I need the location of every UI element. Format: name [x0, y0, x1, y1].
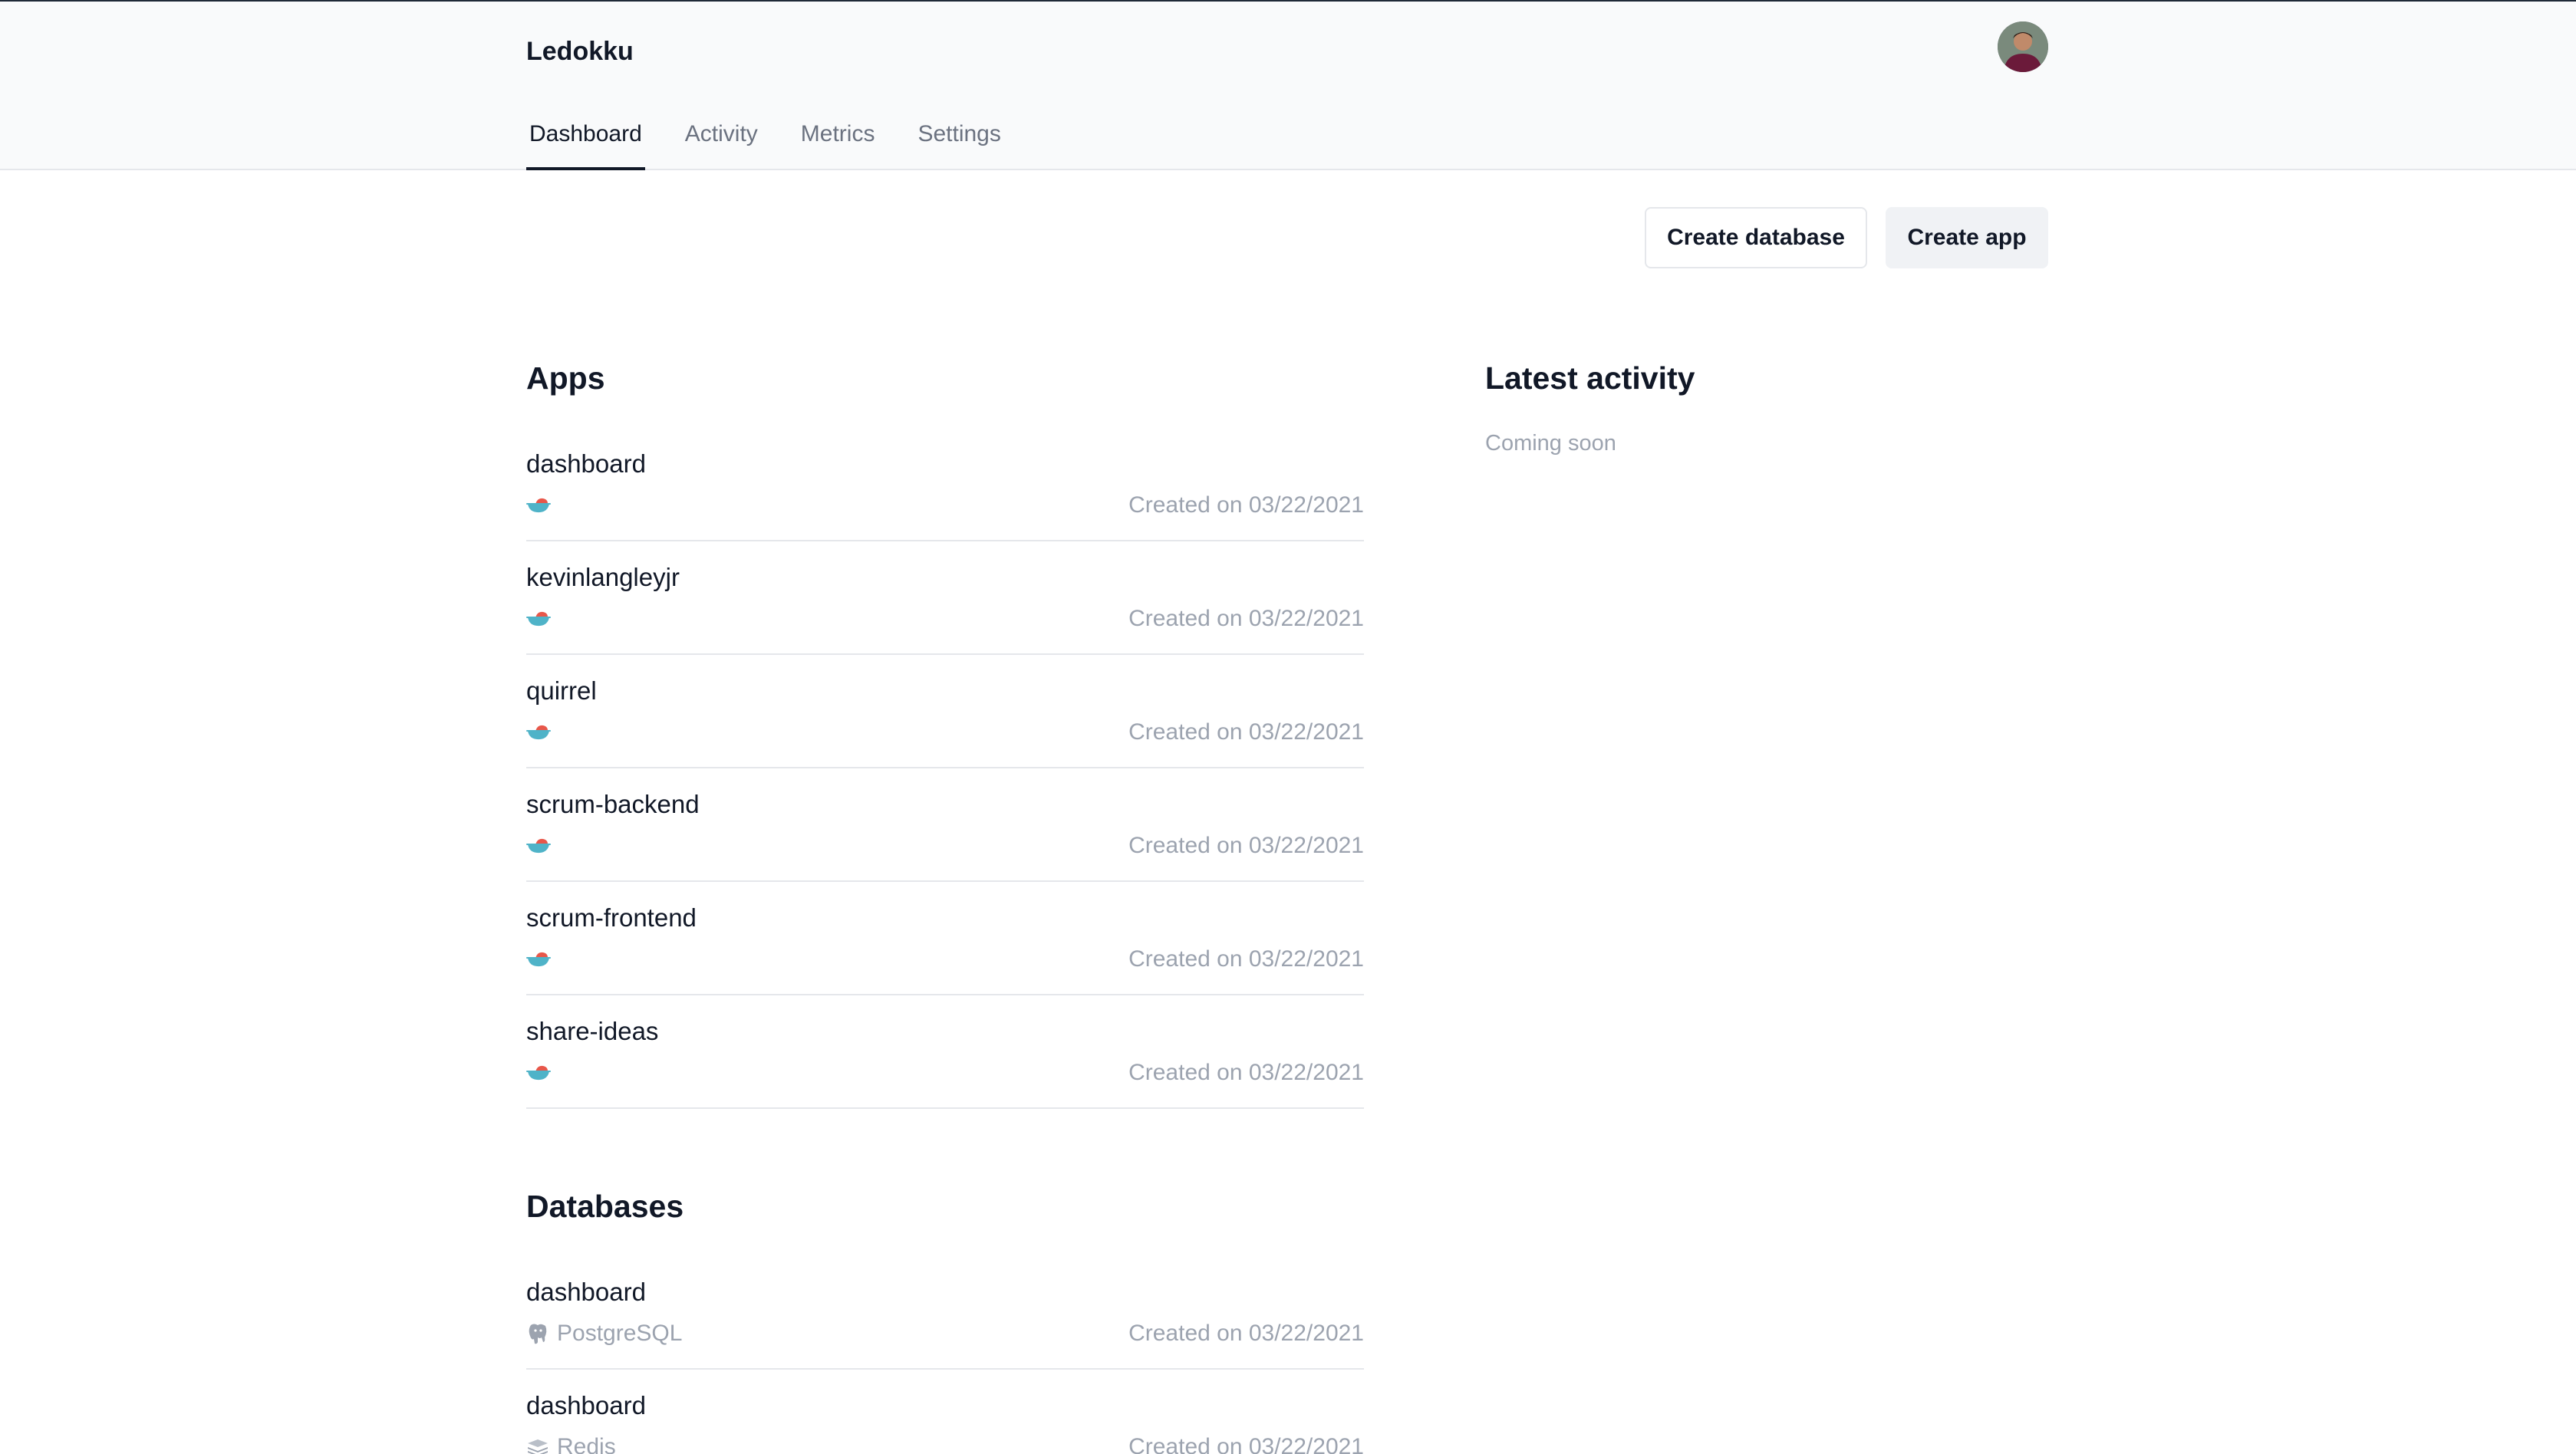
database-row[interactable]: dashboard PostgreSQL Created on 03/22/20…	[526, 1256, 1364, 1370]
apps-list: dashboard Created on 03/22/2021 kevinlan…	[526, 428, 1364, 1109]
app-row[interactable]: share-ideas Created on 03/22/2021	[526, 995, 1364, 1109]
app-row[interactable]: scrum-frontend Created on 03/22/2021	[526, 882, 1364, 995]
redis-icon	[528, 1439, 548, 1454]
tab-settings[interactable]: Settings	[914, 117, 1003, 170]
app-row[interactable]: scrum-backend Created on 03/22/2021	[526, 768, 1364, 882]
databases-section-title: Databases	[526, 1189, 684, 1224]
latest-activity-title: Latest activity	[1485, 360, 1695, 396]
create-app-button[interactable]: Create app	[1886, 207, 2048, 268]
databases-list: dashboard PostgreSQL Created on 03/22/20…	[526, 1256, 1364, 1454]
app-row[interactable]: kevinlangleyjr Created on 03/22/2021	[526, 541, 1364, 655]
app-row[interactable]: quirrel Created on 03/22/2021	[526, 655, 1364, 768]
database-type-label: Redis	[557, 1434, 616, 1454]
created-date: Created on 03/22/2021	[1128, 833, 1364, 858]
created-date: Created on 03/22/2021	[1128, 492, 1364, 518]
created-date: Created on 03/22/2021	[1128, 1060, 1364, 1085]
postgresql-icon	[529, 1324, 547, 1344]
created-date: Created on 03/22/2021	[1128, 1434, 1364, 1454]
create-database-button[interactable]: Create database	[1645, 207, 1867, 268]
database-type: PostgreSQL	[526, 1321, 683, 1346]
created-date: Created on 03/22/2021	[1128, 946, 1364, 972]
app-name[interactable]: scrum-backend	[526, 790, 700, 819]
app-name[interactable]: dashboard	[526, 449, 646, 479]
created-date: Created on 03/22/2021	[1128, 1321, 1364, 1346]
user-avatar[interactable]	[1998, 21, 2048, 72]
database-row[interactable]: dashboard Redis Created on 03/22/2021	[526, 1370, 1364, 1454]
tab-dashboard[interactable]: Dashboard	[526, 117, 645, 170]
dokku-whale-icon	[526, 494, 558, 517]
dokku-whale-icon	[526, 948, 558, 971]
brand-logo-text[interactable]: Ledokku	[526, 37, 634, 67]
app-name[interactable]: share-ideas	[526, 1017, 658, 1046]
tab-activity[interactable]: Activity	[682, 117, 761, 170]
database-type-label: PostgreSQL	[557, 1321, 683, 1346]
database-name[interactable]: dashboard	[526, 1391, 646, 1420]
activity-empty-text: Coming soon	[1485, 431, 1616, 456]
app-name[interactable]: kevinlangleyjr	[526, 563, 680, 592]
database-type: Redis	[526, 1434, 616, 1454]
tab-metrics[interactable]: Metrics	[798, 117, 878, 170]
dokku-whale-icon	[526, 834, 558, 857]
app-name[interactable]: quirrel	[526, 676, 597, 706]
created-date: Created on 03/22/2021	[1128, 719, 1364, 745]
dokku-whale-icon	[526, 607, 558, 630]
apps-section-title: Apps	[526, 360, 605, 396]
dokku-whale-icon	[526, 1061, 558, 1084]
main-tabs: Dashboard Activity Metrics Settings	[526, 117, 1041, 170]
created-date: Created on 03/22/2021	[1128, 606, 1364, 631]
app-row[interactable]: dashboard Created on 03/22/2021	[526, 428, 1364, 541]
top-header: Ledokku Dashboard Activity Metrics Setti…	[0, 2, 2576, 170]
database-name[interactable]: dashboard	[526, 1278, 646, 1307]
app-name[interactable]: scrum-frontend	[526, 903, 697, 933]
dokku-whale-icon	[526, 721, 558, 744]
